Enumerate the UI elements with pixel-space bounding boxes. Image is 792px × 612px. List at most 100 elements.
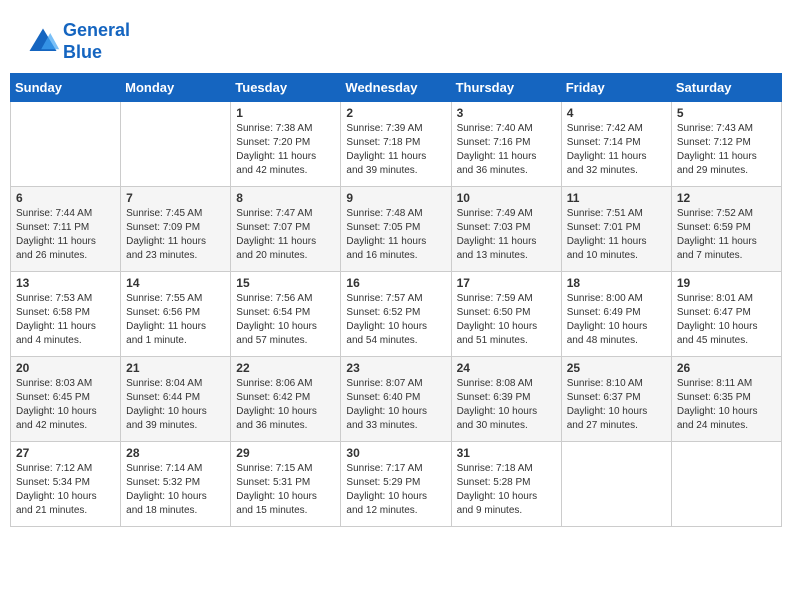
weekday-header: Friday <box>561 74 671 102</box>
calendar-cell: 22Sunrise: 8:06 AM Sunset: 6:42 PM Dayli… <box>231 357 341 442</box>
cell-content: Sunrise: 7:42 AM Sunset: 7:14 PM Dayligh… <box>567 122 666 178</box>
cell-content: Sunrise: 8:03 AM Sunset: 6:45 PM Dayligh… <box>16 377 115 433</box>
logo: General Blue <box>25 20 130 63</box>
page-header: General Blue <box>10 10 782 68</box>
calendar-cell: 30 Sunrise: 7:17 AM Sunset: 5:29 PM Dayli… <box>341 442 451 527</box>
day-number: 2 <box>346 106 445 120</box>
cell-content: Sunrise: 8:08 AM Sunset: 6:39 PM Dayligh… <box>457 377 556 433</box>
cell-content: Sunrise: 7:48 AM Sunset: 7:05 PM Dayligh… <box>346 207 445 263</box>
day-number: 9 <box>346 191 445 205</box>
day-number: 15 <box>236 276 335 290</box>
day-number: 8 <box>236 191 335 205</box>
calendar-cell: 4 Sunrise: 7:42 AM Sunset: 7:14 PM Daylig… <box>561 102 671 187</box>
calendar-cell <box>121 102 231 187</box>
calendar-cell: 6 Sunrise: 7:44 AM Sunset: 7:11 PM Daylig… <box>11 187 121 272</box>
calendar-cell <box>11 102 121 187</box>
cell-content: Sunrise: 7:17 AM Sunset: 5:29 PM Dayligh… <box>346 462 445 518</box>
day-number: 17 <box>457 276 556 290</box>
cell-content: Sunrise: 7:45 AM Sunset: 7:09 PM Dayligh… <box>126 207 225 263</box>
calendar-cell: 29 Sunrise: 7:15 AM Sunset: 5:31 PM Dayli… <box>231 442 341 527</box>
calendar-cell: 24 Sunrise: 8:08 AM Sunset: 6:39 PM Dayli… <box>451 357 561 442</box>
day-number: 20 <box>16 361 115 375</box>
cell-content: Sunrise: 8:00 AM Sunset: 6:49 PM Dayligh… <box>567 292 666 348</box>
cell-content: Sunrise: 7:40 AM Sunset: 7:16 PM Dayligh… <box>457 122 556 178</box>
day-number: 4 <box>567 106 666 120</box>
day-number: 25 <box>567 361 666 375</box>
day-number: 16 <box>346 276 445 290</box>
day-number: 10 <box>457 191 556 205</box>
cell-content: Sunrise: 7:18 AM Sunset: 5:28 PM Dayligh… <box>457 462 556 518</box>
day-number: 12 <box>677 191 776 205</box>
calendar-cell <box>561 442 671 527</box>
cell-content: Sunrise: 8:11 AM Sunset: 6:35 PM Dayligh… <box>677 377 776 433</box>
cell-content: Sunrise: 7:52 AM Sunset: 6:59 PM Dayligh… <box>677 207 776 263</box>
day-number: 7 <box>126 191 225 205</box>
cell-content: Sunrise: 7:59 AM Sunset: 6:50 PM Dayligh… <box>457 292 556 348</box>
logo-text: General Blue <box>63 20 130 63</box>
cell-content: Sunrise: 7:15 AM Sunset: 5:31 PM Dayligh… <box>236 462 335 518</box>
calendar-cell: 14 Sunrise: 7:55 AM Sunset: 6:56 PM Dayli… <box>121 272 231 357</box>
day-number: 24 <box>457 361 556 375</box>
day-number: 1 <box>236 106 335 120</box>
day-number: 11 <box>567 191 666 205</box>
calendar-cell: 19 Sunrise: 8:01 AM Sunset: 6:47 PM Dayli… <box>671 272 781 357</box>
calendar-cell: 31 Sunrise: 7:18 AM Sunset: 5:28 PM Dayli… <box>451 442 561 527</box>
cell-content: Sunrise: 7:43 AM Sunset: 7:12 PM Dayligh… <box>677 122 776 178</box>
calendar-cell: 25Sunrise: 8:10 AM Sunset: 6:37 PM Dayli… <box>561 357 671 442</box>
cell-content: Sunrise: 7:55 AM Sunset: 6:56 PM Dayligh… <box>126 292 225 348</box>
cell-content: Sunrise: 7:44 AM Sunset: 7:11 PM Dayligh… <box>16 207 115 263</box>
cell-content: Sunrise: 7:38 AM Sunset: 7:20 PM Dayligh… <box>236 122 335 178</box>
calendar-cell: 1 Sunrise: 7:38 AM Sunset: 7:20 PM Daylig… <box>231 102 341 187</box>
calendar-cell: 18 Sunrise: 8:00 AM Sunset: 6:49 PM Dayli… <box>561 272 671 357</box>
weekday-header: Tuesday <box>231 74 341 102</box>
day-number: 19 <box>677 276 776 290</box>
day-number: 29 <box>236 446 335 460</box>
day-number: 28 <box>126 446 225 460</box>
cell-content: Sunrise: 8:04 AM Sunset: 6:44 PM Dayligh… <box>126 377 225 433</box>
logo-icon <box>25 24 61 60</box>
calendar-cell: 12 Sunrise: 7:52 AM Sunset: 6:59 PM Dayli… <box>671 187 781 272</box>
cell-content: Sunrise: 8:06 AM Sunset: 6:42 PM Dayligh… <box>236 377 335 433</box>
day-number: 30 <box>346 446 445 460</box>
cell-content: Sunrise: 7:39 AM Sunset: 7:18 PM Dayligh… <box>346 122 445 178</box>
calendar-cell: 11Sunrise: 7:51 AM Sunset: 7:01 PM Dayli… <box>561 187 671 272</box>
cell-content: Sunrise: 7:12 AM Sunset: 5:34 PM Dayligh… <box>16 462 115 518</box>
day-number: 3 <box>457 106 556 120</box>
calendar-cell: 7 Sunrise: 7:45 AM Sunset: 7:09 PM Daylig… <box>121 187 231 272</box>
calendar-cell: 5Sunrise: 7:43 AM Sunset: 7:12 PM Daylig… <box>671 102 781 187</box>
weekday-header-row: SundayMondayTuesdayWednesdayThursdayFrid… <box>11 74 782 102</box>
day-number: 13 <box>16 276 115 290</box>
calendar-cell: 26Sunrise: 8:11 AM Sunset: 6:35 PM Dayli… <box>671 357 781 442</box>
calendar-cell: 15 Sunrise: 7:56 AM Sunset: 6:54 PM Dayli… <box>231 272 341 357</box>
day-number: 31 <box>457 446 556 460</box>
day-number: 23 <box>346 361 445 375</box>
day-number: 21 <box>126 361 225 375</box>
weekday-header: Sunday <box>11 74 121 102</box>
weekday-header: Thursday <box>451 74 561 102</box>
cell-content: Sunrise: 7:49 AM Sunset: 7:03 PM Dayligh… <box>457 207 556 263</box>
cell-content: Sunrise: 8:07 AM Sunset: 6:40 PM Dayligh… <box>346 377 445 433</box>
calendar-cell: 3 Sunrise: 7:40 AM Sunset: 7:16 PM Daylig… <box>451 102 561 187</box>
cell-content: Sunrise: 8:01 AM Sunset: 6:47 PM Dayligh… <box>677 292 776 348</box>
calendar-cell: 13 Sunrise: 7:53 AM Sunset: 6:58 PM Dayli… <box>11 272 121 357</box>
cell-content: Sunrise: 7:56 AM Sunset: 6:54 PM Dayligh… <box>236 292 335 348</box>
day-number: 27 <box>16 446 115 460</box>
calendar-cell: 10 Sunrise: 7:49 AM Sunset: 7:03 PM Dayli… <box>451 187 561 272</box>
calendar-cell: 27 Sunrise: 7:12 AM Sunset: 5:34 PM Dayli… <box>11 442 121 527</box>
calendar-cell <box>671 442 781 527</box>
cell-content: Sunrise: 7:53 AM Sunset: 6:58 PM Dayligh… <box>16 292 115 348</box>
weekday-header: Saturday <box>671 74 781 102</box>
calendar-cell: 9 Sunrise: 7:48 AM Sunset: 7:05 PM Daylig… <box>341 187 451 272</box>
day-number: 14 <box>126 276 225 290</box>
cell-content: Sunrise: 7:47 AM Sunset: 7:07 PM Dayligh… <box>236 207 335 263</box>
calendar-cell: 23 Sunrise: 8:07 AM Sunset: 6:40 PM Dayli… <box>341 357 451 442</box>
calendar-table: SundayMondayTuesdayWednesdayThursdayFrid… <box>10 73 782 527</box>
day-number: 6 <box>16 191 115 205</box>
calendar-cell: 17 Sunrise: 7:59 AM Sunset: 6:50 PM Dayli… <box>451 272 561 357</box>
calendar-cell: 16 Sunrise: 7:57 AM Sunset: 6:52 PM Dayli… <box>341 272 451 357</box>
cell-content: Sunrise: 7:57 AM Sunset: 6:52 PM Dayligh… <box>346 292 445 348</box>
day-number: 18 <box>567 276 666 290</box>
calendar-cell: 28Sunrise: 7:14 AM Sunset: 5:32 PM Dayli… <box>121 442 231 527</box>
weekday-header: Wednesday <box>341 74 451 102</box>
calendar-cell: 21 Sunrise: 8:04 AM Sunset: 6:44 PM Dayli… <box>121 357 231 442</box>
